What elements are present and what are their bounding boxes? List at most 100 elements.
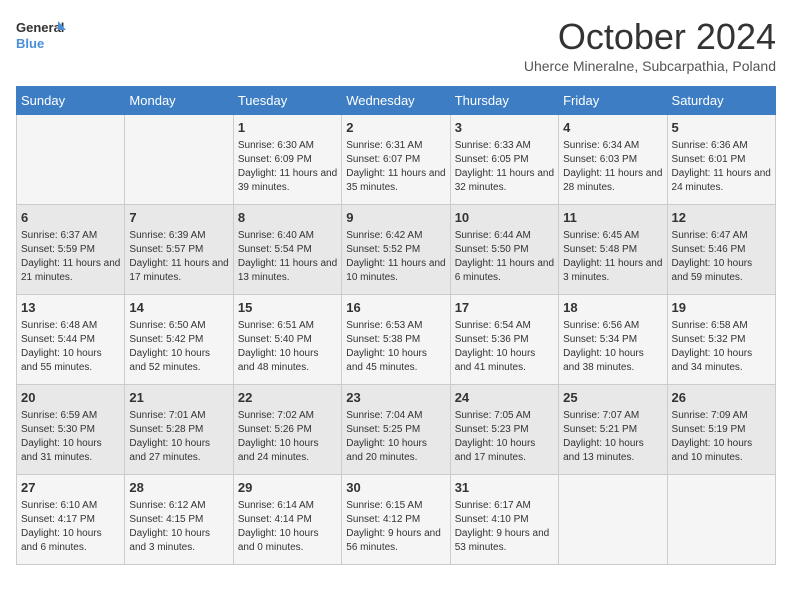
day-cell-empty: [125, 115, 233, 205]
day-number: 17: [455, 299, 554, 317]
day-cell-19: 19 Sunrise: 6:58 AM Sunset: 5:32 PM Dayli…: [667, 295, 775, 385]
day-cell-10: 10 Sunrise: 6:44 AM Sunset: 5:50 PM Dayli…: [450, 205, 558, 295]
day-cell-4: 4 Sunrise: 6:34 AM Sunset: 6:03 PM Daylig…: [559, 115, 667, 205]
day-number: 19: [672, 299, 771, 317]
day-number: 8: [238, 209, 337, 227]
day-cell-1: 1Sunrise: 6:30 AM Sunset: 6:09 PM Daylig…: [233, 115, 341, 205]
day-cell-3: 3Sunrise: 6:33 AM Sunset: 6:05 PM Daylig…: [450, 115, 558, 205]
day-cell-16: 16 Sunrise: 6:53 AM Sunset: 5:38 PM Dayli…: [342, 295, 450, 385]
day-info: Sunrise: 6:10 AM Sunset: 4:17 PM Dayligh…: [21, 499, 120, 555]
day-info: Sunrise: 7:04 AM Sunset: 5:25 PM Dayligh…: [346, 409, 445, 465]
day-info: Sunrise: 6:14 AM Sunset: 4:14 PM Dayligh…: [238, 499, 337, 555]
day-info: Sunrise: 6:54 AM Sunset: 5:36 PM Dayligh…: [455, 319, 554, 375]
day-cell-9: 9 Sunrise: 6:42 AM Sunset: 5:52 PM Daylig…: [342, 205, 450, 295]
day-number: 11: [563, 209, 662, 227]
day-info: Sunrise: 7:09 AM Sunset: 5:19 PM Dayligh…: [672, 409, 771, 465]
weekday-wednesday: Wednesday: [342, 87, 450, 115]
weekday-saturday: Saturday: [667, 87, 775, 115]
day-info: Sunrise: 6:37 AM Sunset: 5:59 PM Dayligh…: [21, 229, 120, 285]
day-cell-29: 29 Sunrise: 6:14 AM Sunset: 4:14 PM Dayli…: [233, 475, 341, 565]
day-info: Sunrise: 6:48 AM Sunset: 5:44 PM Dayligh…: [21, 319, 120, 375]
day-number: 26: [672, 389, 771, 407]
day-info: Sunrise: 6:15 AM Sunset: 4:12 PM Dayligh…: [346, 499, 445, 555]
day-info: Sunrise: 6:59 AM Sunset: 5:30 PM Dayligh…: [21, 409, 120, 465]
weekday-tuesday: Tuesday: [233, 87, 341, 115]
day-info: Sunrise: 6:53 AM Sunset: 5:38 PM Dayligh…: [346, 319, 445, 375]
day-cell-11: 11 Sunrise: 6:45 AM Sunset: 5:48 PM Dayli…: [559, 205, 667, 295]
day-number: 5: [672, 119, 771, 137]
logo: General Blue: [16, 16, 66, 56]
weekday-thursday: Thursday: [450, 87, 558, 115]
day-info: Sunrise: 6:50 AM Sunset: 5:42 PM Dayligh…: [129, 319, 228, 375]
day-info: Sunrise: 6:51 AM Sunset: 5:40 PM Dayligh…: [238, 319, 337, 375]
day-number: 29: [238, 479, 337, 497]
week-row-4: 20 Sunrise: 6:59 AM Sunset: 5:30 PM Dayli…: [17, 385, 776, 475]
day-number: 6: [21, 209, 120, 227]
month-title: October 2024: [524, 16, 776, 58]
day-cell-empty: [667, 475, 775, 565]
day-info: Sunrise: 7:01 AM Sunset: 5:28 PM Dayligh…: [129, 409, 228, 465]
day-cell-17: 17 Sunrise: 6:54 AM Sunset: 5:36 PM Dayli…: [450, 295, 558, 385]
day-number: 7: [129, 209, 228, 227]
day-info: Sunrise: 6:33 AM Sunset: 6:05 PM Dayligh…: [455, 139, 554, 195]
day-cell-22: 22 Sunrise: 7:02 AM Sunset: 5:26 PM Dayli…: [233, 385, 341, 475]
day-cell-empty: [17, 115, 125, 205]
day-cell-18: 18 Sunrise: 6:56 AM Sunset: 5:34 PM Dayli…: [559, 295, 667, 385]
day-number: 22: [238, 389, 337, 407]
day-number: 15: [238, 299, 337, 317]
day-number: 31: [455, 479, 554, 497]
weekday-sunday: Sunday: [17, 87, 125, 115]
week-row-5: 27Sunrise: 6:10 AM Sunset: 4:17 PM Dayli…: [17, 475, 776, 565]
day-info: Sunrise: 7:02 AM Sunset: 5:26 PM Dayligh…: [238, 409, 337, 465]
day-info: Sunrise: 6:34 AM Sunset: 6:03 PM Dayligh…: [563, 139, 662, 195]
day-number: 23: [346, 389, 445, 407]
day-info: Sunrise: 6:42 AM Sunset: 5:52 PM Dayligh…: [346, 229, 445, 285]
day-cell-21: 21 Sunrise: 7:01 AM Sunset: 5:28 PM Dayli…: [125, 385, 233, 475]
title-section: October 2024 Uherce Mineralne, Subcarpat…: [524, 16, 776, 74]
week-row-1: 1Sunrise: 6:30 AM Sunset: 6:09 PM Daylig…: [17, 115, 776, 205]
location-subtitle: Uherce Mineralne, Subcarpathia, Poland: [524, 58, 776, 74]
weekday-monday: Monday: [125, 87, 233, 115]
day-number: 28: [129, 479, 228, 497]
day-number: 9: [346, 209, 445, 227]
day-cell-24: 24Sunrise: 7:05 AM Sunset: 5:23 PM Dayli…: [450, 385, 558, 475]
day-number: 10: [455, 209, 554, 227]
day-info: Sunrise: 6:39 AM Sunset: 5:57 PM Dayligh…: [129, 229, 228, 285]
day-number: 4: [563, 119, 662, 137]
day-info: Sunrise: 6:56 AM Sunset: 5:34 PM Dayligh…: [563, 319, 662, 375]
week-row-2: 6 Sunrise: 6:37 AM Sunset: 5:59 PM Daylig…: [17, 205, 776, 295]
day-cell-25: 25Sunrise: 7:07 AM Sunset: 5:21 PM Dayli…: [559, 385, 667, 475]
day-number: 13: [21, 299, 120, 317]
calendar-table: SundayMondayTuesdayWednesdayThursdayFrid…: [16, 86, 776, 565]
day-cell-26: 26 Sunrise: 7:09 AM Sunset: 5:19 PM Dayli…: [667, 385, 775, 475]
day-info: Sunrise: 6:30 AM Sunset: 6:09 PM Dayligh…: [238, 139, 337, 195]
day-info: Sunrise: 6:58 AM Sunset: 5:32 PM Dayligh…: [672, 319, 771, 375]
svg-text:Blue: Blue: [16, 36, 44, 51]
day-cell-20: 20 Sunrise: 6:59 AM Sunset: 5:30 PM Dayli…: [17, 385, 125, 475]
weekday-friday: Friday: [559, 87, 667, 115]
day-info: Sunrise: 6:17 AM Sunset: 4:10 PM Dayligh…: [455, 499, 554, 555]
day-cell-30: 30 Sunrise: 6:15 AM Sunset: 4:12 PM Dayli…: [342, 475, 450, 565]
day-number: 25: [563, 389, 662, 407]
day-number: 20: [21, 389, 120, 407]
day-cell-5: 5 Sunrise: 6:36 AM Sunset: 6:01 PM Daylig…: [667, 115, 775, 205]
day-info: Sunrise: 6:47 AM Sunset: 5:46 PM Dayligh…: [672, 229, 771, 285]
logo-svg: General Blue: [16, 16, 66, 56]
day-info: Sunrise: 6:40 AM Sunset: 5:54 PM Dayligh…: [238, 229, 337, 285]
day-info: Sunrise: 6:45 AM Sunset: 5:48 PM Dayligh…: [563, 229, 662, 285]
day-number: 16: [346, 299, 445, 317]
day-info: Sunrise: 6:44 AM Sunset: 5:50 PM Dayligh…: [455, 229, 554, 285]
day-number: 21: [129, 389, 228, 407]
day-number: 18: [563, 299, 662, 317]
day-info: Sunrise: 6:31 AM Sunset: 6:07 PM Dayligh…: [346, 139, 445, 195]
weekday-header-row: SundayMondayTuesdayWednesdayThursdayFrid…: [17, 87, 776, 115]
day-cell-12: 12Sunrise: 6:47 AM Sunset: 5:46 PM Dayli…: [667, 205, 775, 295]
day-cell-13: 13 Sunrise: 6:48 AM Sunset: 5:44 PM Dayli…: [17, 295, 125, 385]
day-info: Sunrise: 6:36 AM Sunset: 6:01 PM Dayligh…: [672, 139, 771, 195]
day-number: 30: [346, 479, 445, 497]
day-cell-2: 2 Sunrise: 6:31 AM Sunset: 6:07 PM Daylig…: [342, 115, 450, 205]
day-cell-7: 7 Sunrise: 6:39 AM Sunset: 5:57 PM Daylig…: [125, 205, 233, 295]
day-number: 2: [346, 119, 445, 137]
day-number: 14: [129, 299, 228, 317]
day-info: Sunrise: 6:12 AM Sunset: 4:15 PM Dayligh…: [129, 499, 228, 555]
